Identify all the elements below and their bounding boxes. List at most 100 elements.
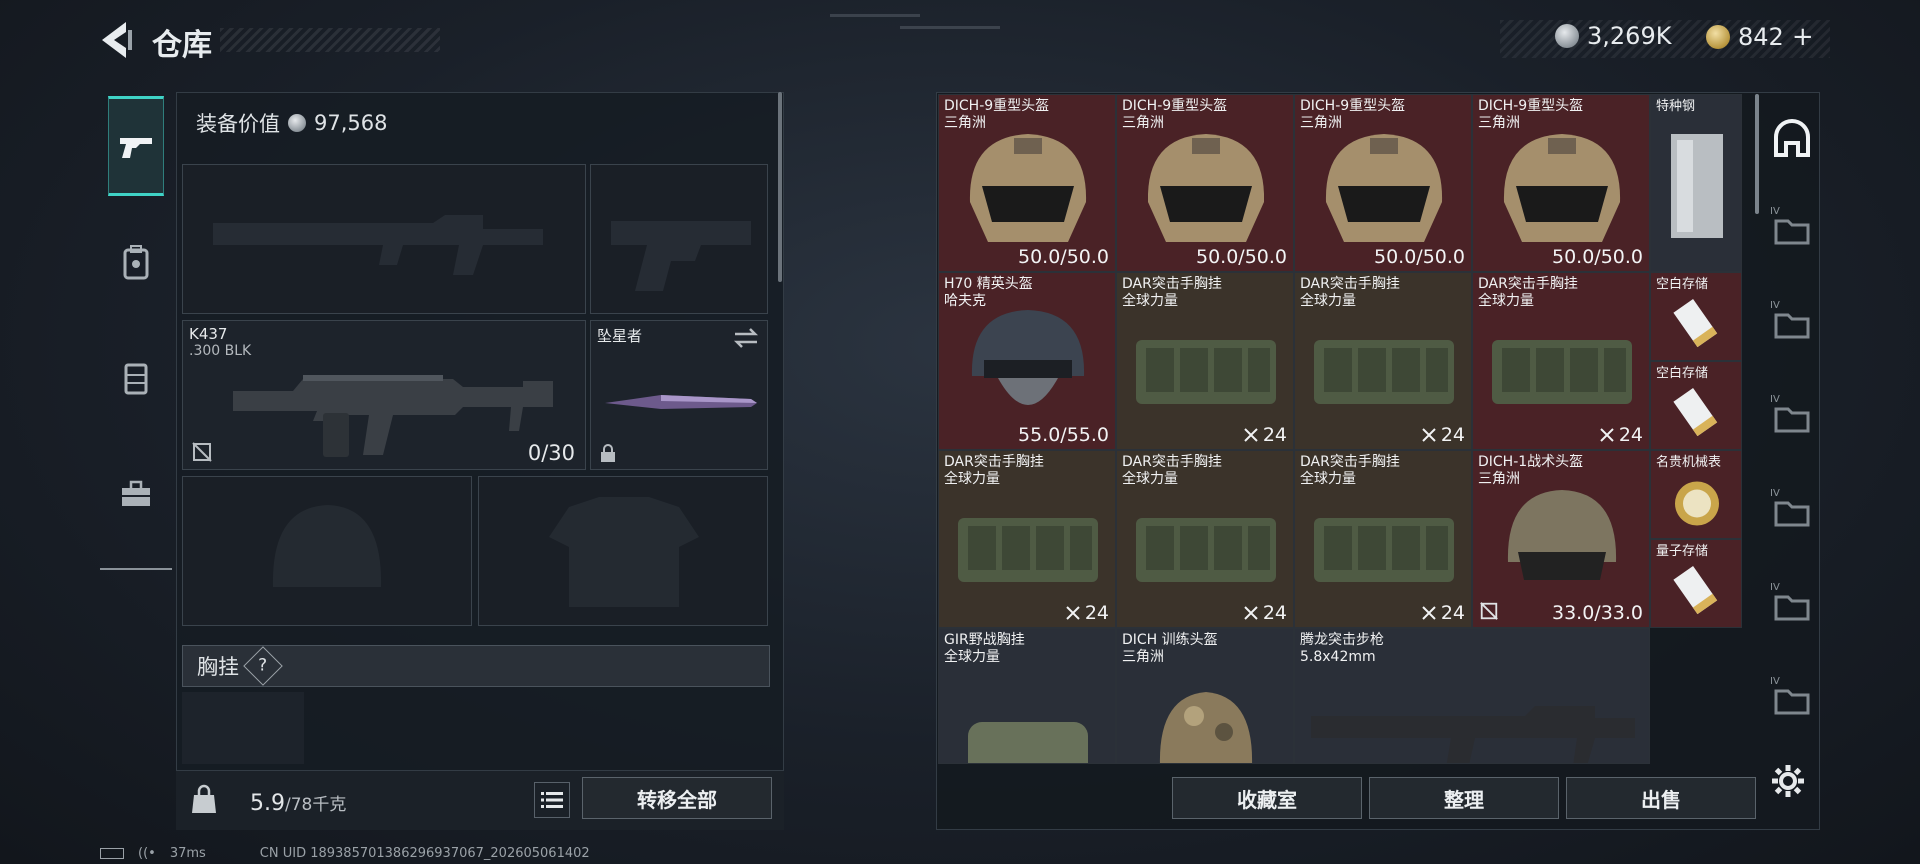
item-name: 空白存储	[1656, 277, 1709, 292]
item-slot-count: 24	[1065, 602, 1109, 624]
helmet-slot-empty[interactable]	[182, 476, 472, 626]
silver-coin-icon	[288, 114, 306, 132]
stash-item[interactable]: 空白存储	[1650, 272, 1742, 361]
sort-button[interactable]: 整理	[1369, 777, 1559, 819]
stash-item[interactable]: DICH-9重型头盔 三角洲 50.0/50.0	[1116, 94, 1294, 272]
chest-rig-header: 胸挂 ?	[182, 645, 770, 687]
stash-item[interactable]: 特种钢	[1650, 94, 1742, 272]
item-name: DICH-9重型头盔 三角洲	[1478, 98, 1584, 131]
tab-level-badge: IV	[1770, 300, 1780, 311]
add-gold-button[interactable]: +	[1792, 22, 1814, 52]
uid-text: CN UID 1893857013862969370​67_2026050614…	[259, 846, 590, 861]
stash-tab-7[interactable]: IV	[1768, 672, 1816, 726]
loadout-scrollbar[interactable]	[778, 92, 782, 282]
stash-tab-2[interactable]: IV	[1768, 202, 1816, 256]
item-name: DICH-9重型头盔 三角洲	[1300, 98, 1406, 131]
stash-item[interactable]: DAR突击手胸挂 全球力量 24	[1294, 272, 1472, 450]
item-name: 名贵机械表	[1656, 455, 1722, 470]
lock-icon	[601, 444, 615, 462]
stash-tab-5[interactable]: IV	[1768, 484, 1816, 538]
grid-slot-icon	[1244, 606, 1258, 620]
item-name: DAR突击手胸挂 全球力量	[1478, 276, 1578, 309]
list-view-button[interactable]	[534, 782, 570, 818]
item-durability: 33.0/33.0	[1551, 602, 1643, 624]
item-durability: 50.0/50.0	[1551, 246, 1643, 268]
tab-level-badge: IV	[1770, 394, 1780, 405]
sidearm-slot-empty[interactable]	[590, 164, 768, 314]
gold-amount: 842	[1738, 23, 1784, 51]
assault-rifle-icon	[233, 375, 553, 457]
stash-tab-6[interactable]: IV	[1768, 578, 1816, 632]
stash-item[interactable]: DICH-9重型头盔 三角洲 50.0/50.0	[1472, 94, 1650, 272]
item-slot-count: 24	[1243, 424, 1287, 446]
ping-text: 37ms	[169, 846, 206, 861]
tab-level-badge: IV	[1770, 582, 1780, 593]
stash-scrollbar[interactable]	[1755, 94, 1759, 214]
item-durability: 55.0/55.0	[1017, 424, 1109, 446]
swap-icon[interactable]	[733, 327, 759, 349]
settings-gear-icon[interactable]	[1770, 763, 1806, 799]
stash-item[interactable]: DAR突击手胸挂 全球力量 24	[1294, 450, 1472, 628]
sell-button[interactable]: 出售	[1566, 777, 1756, 819]
tab-level-badge: IV	[1770, 676, 1780, 687]
stash-item[interactable]: DICH-1战术头盔 三角洲 33.0/33.0	[1472, 450, 1650, 628]
stash-item[interactable]: DAR突击手胸挂 全球力量 24	[1472, 272, 1650, 450]
rail-item-backpack[interactable]	[108, 212, 164, 312]
unlinked-icon	[1480, 602, 1498, 620]
chest-rig-slot[interactable]	[182, 692, 304, 764]
armor-slot-empty[interactable]	[478, 476, 768, 626]
stash-item[interactable]: 腾龙突击步枪 5.8x42mm	[1294, 628, 1650, 764]
rifle-silhouette-icon	[213, 215, 543, 275]
page-title: 仓库	[152, 28, 212, 63]
weight-bag-icon	[192, 784, 216, 813]
backpack-icon	[123, 245, 149, 280]
stash-item[interactable]: DAR突击手胸挂 全球力量 24	[938, 450, 1116, 628]
stash-item[interactable]: H70 精英头盔 哈夫克 55.0/55.0	[938, 272, 1116, 450]
grid-slot-icon	[1066, 606, 1080, 620]
rail-item-toolbox[interactable]	[108, 444, 164, 544]
melee-slot[interactable]: 坠星者	[590, 320, 768, 470]
wifi-icon: ((•	[138, 846, 156, 861]
transfer-all-button[interactable]: 转移全部	[582, 777, 772, 819]
item-name: DAR突击手胸挂 全球力量	[944, 454, 1044, 487]
steel-plate-icon	[1671, 134, 1723, 238]
item-name: H70 精英头盔 哈夫克	[944, 276, 1033, 309]
item-slot-count: 24	[1243, 602, 1287, 624]
stash-item[interactable]: GIR野战胸挂 全球力量	[938, 628, 1116, 764]
stash-tab-icon	[1774, 119, 1810, 157]
helmet-silhouette-icon	[272, 505, 382, 587]
weight-max: /78千克	[285, 795, 347, 815]
gold-currency[interactable]: 842 +	[1706, 22, 1814, 52]
primary-weapon-slot-empty[interactable]	[182, 164, 586, 314]
item-name: GIR野战胸挂 全球力量	[944, 632, 1025, 665]
gold-coin-icon	[1706, 25, 1730, 49]
stash-item[interactable]: DAR突击手胸挂 全球力量 24	[1116, 450, 1294, 628]
stash-item[interactable]: DAR突击手胸挂 全球力量 24	[1116, 272, 1294, 450]
item-slot-count: 24	[1599, 424, 1643, 446]
stash-item[interactable]: 量子存储	[1650, 539, 1742, 628]
rail-item-vest[interactable]	[108, 328, 164, 428]
top-bar: 仓库 3,269K 842 +	[0, 0, 1920, 80]
collection-room-button[interactable]: 收藏室	[1172, 777, 1362, 819]
item-name: 空白存储	[1656, 366, 1709, 381]
rail-divider	[100, 568, 172, 570]
back-button[interactable]	[96, 18, 136, 62]
stash-item[interactable]: DICH-9重型头盔 三角洲 50.0/50.0	[938, 94, 1116, 272]
vest-icon	[124, 363, 148, 395]
stash-tab-3[interactable]: IV	[1768, 296, 1816, 350]
equip-value-label: 装备价值	[196, 112, 280, 136]
item-name: DAR突击手胸挂 全球力量	[1300, 454, 1400, 487]
item-name: DICH-1战术头盔 三角洲	[1478, 454, 1584, 487]
rail-item-weapons[interactable]	[108, 96, 164, 196]
help-icon[interactable]: ?	[243, 646, 283, 686]
primary-weapon-slot[interactable]: K437 .300 BLK 0/30	[182, 320, 586, 470]
stash-item[interactable]: DICH-9重型头盔 三角洲 50.0/50.0	[1294, 94, 1472, 272]
stash-item[interactable]: 空白存储	[1650, 361, 1742, 450]
item-slot-count: 24	[1421, 602, 1465, 624]
stash-item[interactable]: DICH 训练头盔 三角洲	[1116, 628, 1294, 764]
stash-tab-4[interactable]: IV	[1768, 390, 1816, 444]
stash-tab-main[interactable]	[1768, 112, 1816, 166]
item-name: DICH 训练头盔 三角洲	[1122, 632, 1218, 665]
stash-item[interactable]: 名贵机械表	[1650, 450, 1742, 539]
back-arrow-icon	[102, 22, 132, 58]
